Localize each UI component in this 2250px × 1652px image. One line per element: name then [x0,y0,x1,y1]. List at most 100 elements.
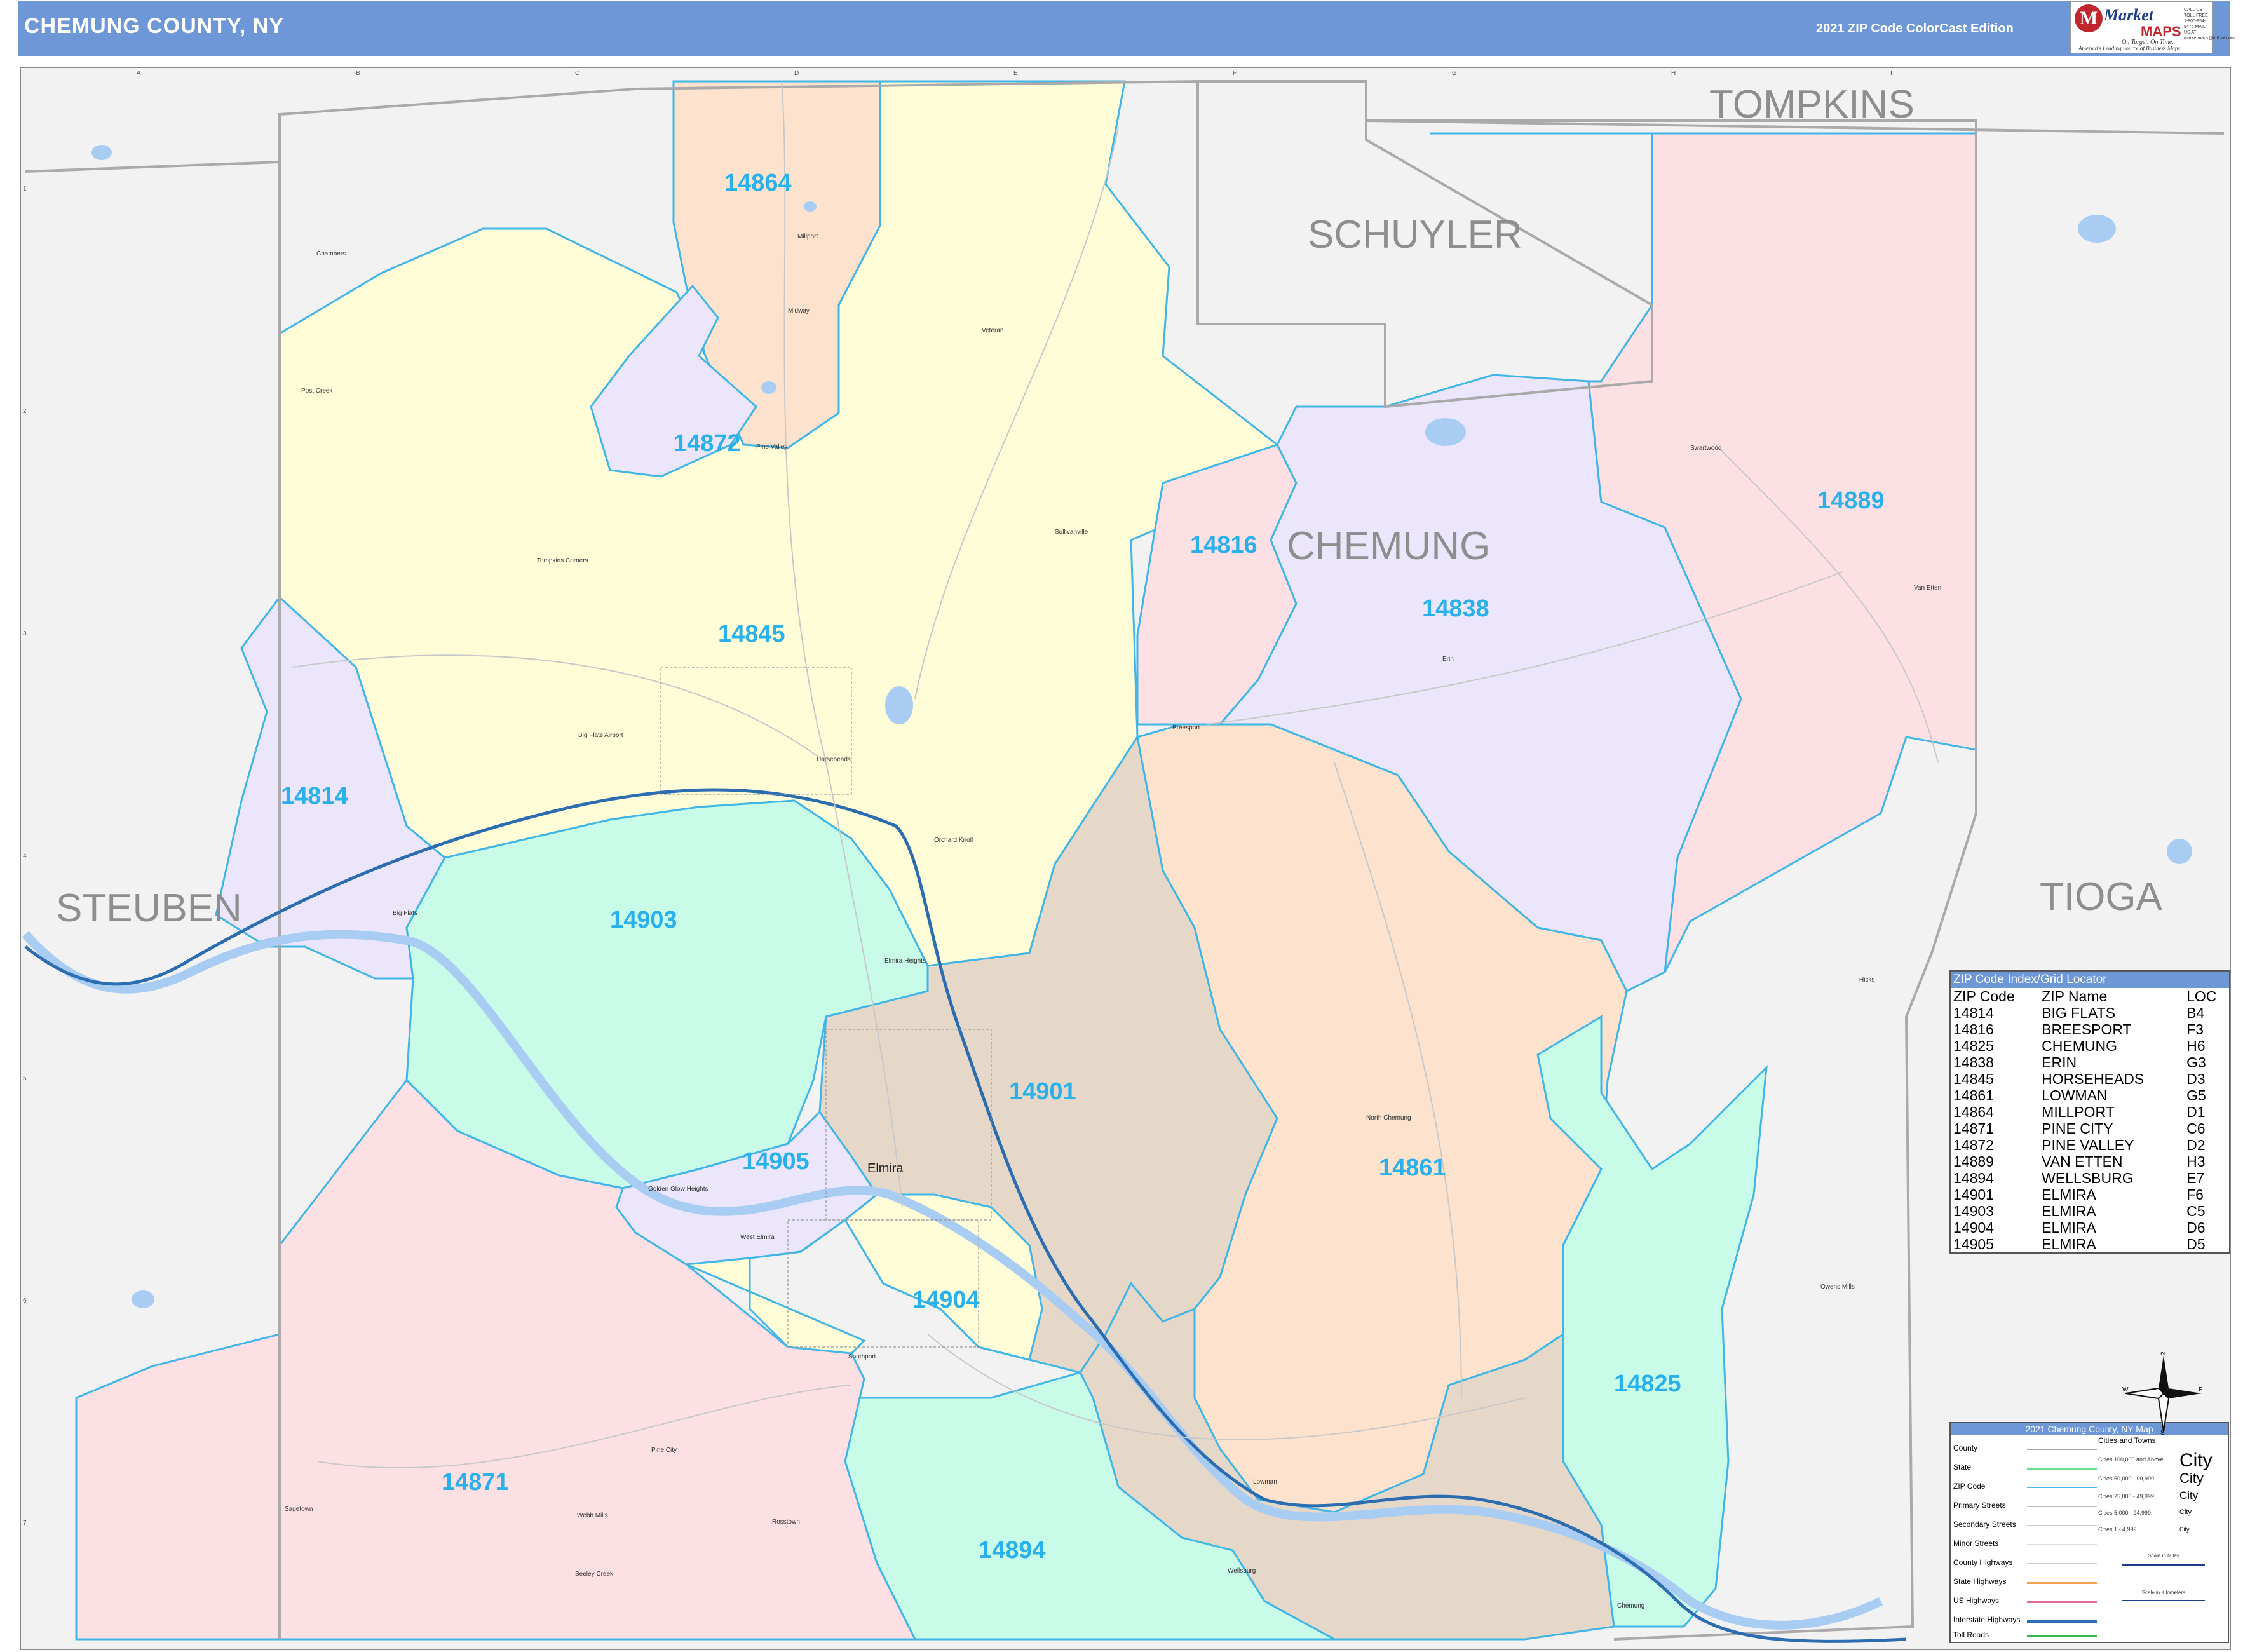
legend-city-symbol-4: City [2179,1508,2192,1516]
zip-index-cell-zip: 14814 [1953,1005,1994,1021]
lake-7 [761,381,776,394]
place-big-flats: Big Flats [393,910,417,917]
map-canvas[interactable]: A B C D E F G H I 1 2 3 4 5 6 7 TOMPKINS… [0,0,2250,1652]
place-elmira-heights: Elmira Heights [884,958,926,965]
zip-index-cell-loc: E7 [2186,1170,2205,1186]
compass-rose-icon: N S W E [2122,1352,2203,1435]
zip-index-row: 14901 ELMIRA F6 [1951,1186,2229,1203]
legend-line-state-hwy [2027,1582,2097,1584]
grid-col-b: B [356,70,360,77]
place-webb-mills: Webb Mills [577,1512,608,1519]
legend-cities-header: Cities and Towns [2098,1436,2156,1445]
legend-item-secondary: Secondary Streets [1953,1520,2016,1529]
place-post-creek: Post Creek [301,388,333,395]
county-label-chemung: CHEMUNG [1287,524,1490,568]
place-wellsburg: Wellsburg [1228,1567,1256,1574]
place-veteran: Veteran [982,327,1003,334]
grid-row-1: 1 [23,186,27,193]
zip-index-cell-name: ELMIRA [2042,1203,2096,1219]
place-big-flats-airport: Big Flats Airport [578,732,623,739]
zip-index-cell-zip: 14871 [1953,1120,1994,1137]
zip-index-cell-name: BREESPORT [2042,1021,2132,1038]
zip-index-cell-name: BIG FLATS [2042,1005,2116,1021]
zip-label-14894: 14894 [979,1537,1046,1564]
zip-index-cell-loc: F3 [2186,1021,2204,1038]
zip-index-col-loc: LOC [2186,988,2217,1005]
zip-index-cell-loc: D5 [2186,1236,2206,1252]
legend-city-symbol-5: City [2179,1526,2190,1533]
legend-city-tier-5: Cities 1 - 4,999 [2098,1526,2137,1533]
zip-label-14861: 14861 [1379,1154,1446,1181]
zip-index-row: 14904 ELMIRA D6 [1951,1219,2229,1236]
grid-row-3: 3 [23,630,27,637]
zip-index-cell-name: WELLSBURG [2042,1170,2134,1186]
zip-index-body: 14814 BIG FLATS B4 14816 BREESPORT F3 14825 CHE… [1951,1005,2229,1252]
legend-item-minor: Minor Streets [1953,1539,1999,1548]
place-swartwood: Swartwood [1690,445,1721,452]
place-elmira: Elmira [867,1161,904,1175]
legend-item-toll: Toll Roads [1953,1630,1989,1639]
zip-index-cell-zip: 14816 [1953,1021,1994,1038]
lake-4 [91,145,112,160]
zip-index-row: 14864 MILLPORT D1 [1951,1104,2229,1120]
legend-item-primary: Primary Streets [1953,1501,2006,1510]
zip-index-cell-name: CHEMUNG [2042,1038,2117,1054]
county-label-steuben: STEUBEN [56,886,242,930]
place-rosstown: Rosstown [772,1519,800,1526]
grid-row-2: 2 [23,408,27,415]
zip-index-col-name: ZIP Name [2042,988,2108,1005]
zip-index-cell-loc: C6 [2186,1120,2206,1137]
zip-index-cell-name: ERIN [2042,1054,2077,1071]
place-chemung: Chemung [1617,1602,1644,1609]
zip-index-cell-zip: 14838 [1953,1054,1994,1071]
zip-index-cell-loc: G3 [2186,1054,2206,1071]
legend-line-county [2027,1449,2097,1450]
grid-col-e: E [1013,70,1018,77]
place-breesport: Breesport [1172,724,1200,731]
legend-city-symbol-1: City [2179,1450,2213,1471]
map-legend: 2021 Chemung County, NY Map Cities and T… [1949,1422,2229,1643]
legend-line-toll [2027,1635,2097,1637]
compass-east-point [2164,1388,2202,1398]
compass-n: N [2160,1352,2165,1357]
legend-line-state [2027,1468,2097,1470]
zip-label-14905: 14905 [742,1148,810,1175]
grid-row-5: 5 [23,1075,27,1082]
place-lowman: Lowman [1253,1479,1277,1486]
zip-index-cell-zip: 14905 [1953,1236,1994,1252]
legend-line-us-hwy [2027,1601,2097,1603]
zip-index-cell-zip: 14903 [1953,1203,1994,1219]
place-erin: Erin [1442,656,1454,663]
lake-2 [885,686,913,724]
zip-index-row: 14838 ERIN G3 [1951,1054,2229,1071]
place-golden-glow-heights: Golden Glow Heights [648,1186,708,1193]
zip-index-cell-name: ELMIRA [2042,1186,2096,1203]
legend-item-state-hwy: State Highways [1953,1577,2007,1586]
zip-index-table: ZIP Code ZIP Name LOC 14814 BIG FLATS B4 14… [1951,988,2229,1252]
zip-index-cell-zip: 14861 [1953,1087,1994,1104]
place-van-etten: Van Etten [1914,585,1941,592]
place-north-chemung: North Chemung [1366,1114,1411,1121]
zip-index-title: ZIP Code Index/Grid Locator [1951,972,2229,988]
zip-index-cell-zip: 14889 [1953,1153,1994,1170]
zip-label-14825: 14825 [1614,1371,1681,1397]
place-southport: Southport [848,1353,876,1360]
zip-index-cell-loc: H3 [2186,1153,2206,1170]
place-midway: Midway [788,308,810,315]
zip-label-14901: 14901 [1009,1078,1076,1105]
grid-col-g: G [1452,70,1457,77]
compass-s: S [2160,1430,2165,1435]
legend-line-primary [2027,1506,2097,1507]
zip-index-row: 14889 VAN ETTEN H3 [1951,1153,2229,1170]
zip-index-cell-loc: D1 [2186,1104,2206,1120]
zip-label-14871: 14871 [442,1469,509,1496]
zip-index-row: 14903 ELMIRA C5 [1951,1203,2229,1219]
place-pine-city: Pine City [651,1447,677,1454]
place-orchard-knoll: Orchard Knoll [934,837,973,844]
legend-city-tier-1: Cities 100,000 and Above [2098,1456,2164,1463]
zip-index-row: 14872 PINE VALLEY D2 [1951,1137,2229,1153]
zip-label-14816: 14816 [1190,532,1257,559]
zip-index-cell-loc: C5 [2186,1203,2206,1219]
zip-index-cell-name: VAN ETTEN [2042,1153,2123,1170]
grid-col-d: D [794,70,799,77]
